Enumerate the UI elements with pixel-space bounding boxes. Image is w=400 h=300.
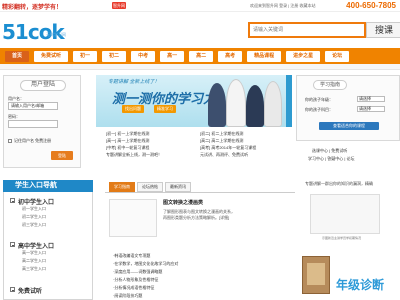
collapse-icon[interactable] — [10, 287, 15, 292]
banner-link[interactable]: [初一] 初一上学期在线测 — [106, 131, 149, 137]
student-figure — [264, 81, 282, 127]
remember-label: 记住用户名 免费注册 — [14, 138, 52, 143]
banner-tag-learn: 精准学习 — [154, 105, 176, 113]
book-cover — [307, 263, 325, 285]
entry-link[interactable]: 初二学生入口 — [22, 214, 46, 220]
sub-nav-strip — [0, 64, 400, 70]
login-title: 用户登陆 — [20, 80, 66, 91]
tab-latest-news[interactable]: 最新资讯 — [165, 182, 191, 192]
login-button[interactable]: 登陆 — [51, 151, 73, 160]
guide-links-row2[interactable]: 学习中心 | 答疑中心 | 论坛 — [308, 156, 355, 162]
free-register-link[interactable]: 免费注册 — [35, 138, 51, 143]
student-entry-header: 学生入口导航 — [3, 180, 93, 192]
grade-select[interactable]: 请选择 — [357, 96, 385, 102]
diagnosis-caption: 示图新近主讲学员学初期情况 — [322, 236, 362, 240]
book-image[interactable] — [302, 256, 330, 294]
nav-item-grade10[interactable]: 高一 — [160, 50, 185, 62]
remember-checkbox[interactable] — [8, 139, 12, 143]
nav-item-progress-star[interactable]: 进步之星 — [286, 50, 321, 62]
banner-link[interactable]: [高二] 高二上学期在线测 — [200, 138, 243, 144]
entry-link[interactable]: 高二学生入口 — [22, 258, 46, 264]
list-item[interactable]: ·深度应用——词数强调略题 — [113, 269, 162, 275]
entry-link[interactable]: 初一学生入口 — [22, 206, 46, 212]
username-field[interactable]: 请输入用户名/邮箱 — [8, 102, 58, 110]
tab-content: 图文转换之漫画类 了解图形图表与图文转换之漫画的关系， 再图形类题分析方法策略解… — [105, 192, 295, 300]
nav-item-grade7[interactable]: 初一 — [73, 50, 98, 62]
list-item[interactable]: ·在学数学，地图文化化故学习的应对 — [113, 261, 178, 267]
tab-study-guide[interactable]: 学习指南 — [109, 182, 135, 192]
banner-image[interactable]: 专题讲解 全新上线了！ 测一测你的学习力 找出问题 精准学习 — [96, 75, 292, 127]
header: 51cok 无忧学习网 搜课 — [0, 12, 400, 48]
grade-label: 你的孩子年级： — [305, 97, 333, 102]
grade-diagnosis-title[interactable]: 年级诊断 — [336, 276, 384, 293]
entry-link[interactable]: 初三学生入口 — [22, 222, 46, 228]
banner-kicker: 专题讲解 全新上线了！ — [108, 79, 160, 85]
banner-link[interactable]: 专题讲解全新上线，测一测吧！ — [106, 152, 162, 158]
nav-item-grade8[interactable]: 初二 — [102, 50, 127, 62]
study-guide-panel: 学习指南 你的孩子年级： 请选择 你的孩子科目： 请选择 查看适合你的课程 — [296, 75, 400, 141]
login-panel: 用户登陆 用户名： 请输入用户名/邮箱 密码： 记住用户名 免费注册 登陆 — [3, 75, 81, 168]
nav-item-forum[interactable]: 论坛 — [325, 50, 350, 62]
list-item[interactable]: ·分析情况成语性格特征 — [113, 285, 154, 291]
password-field[interactable] — [8, 120, 58, 128]
student-entry-nav: 初中学生入口 初一学生入口 初二学生入口 初三学生入口 高中学生入口 高一学生入… — [3, 192, 93, 300]
search-input[interactable] — [250, 24, 364, 36]
banner-link[interactable]: [高一] 高一上学期在线测 — [106, 138, 149, 144]
banner-link[interactable]: 元试讲、再测评、免费试听 — [200, 152, 248, 158]
subject-label: 你的孩子科目： — [305, 107, 333, 112]
banner-link[interactable]: [中考] 初中一轮复习课程 — [106, 145, 149, 151]
study-guide-title: 学习指南 — [313, 80, 347, 90]
main-nav: 首页 免费试听 初一 初二 中考 高一 高二 高考 精品课程 进步之星 论坛 — [0, 48, 400, 64]
find-courses-button[interactable]: 查看适合你的课程 — [319, 122, 379, 130]
slogan-badge: 智升网 — [112, 2, 126, 9]
free-trial-entry[interactable]: 免费试听 — [18, 286, 42, 295]
collapse-icon[interactable] — [10, 242, 15, 247]
collapse-icon[interactable] — [10, 198, 15, 203]
banner-side-tab[interactable] — [286, 75, 292, 127]
banner-links: [初一] 初一上学期在线测 [初二] 初二上学期在线测 [高一] 高一上学期在线… — [96, 129, 292, 159]
entry-link[interactable]: 高三学生入口 — [22, 266, 46, 272]
banner-link[interactable]: [初二] 初二上学期在线测 — [200, 131, 243, 137]
search-button[interactable]: 搜课 — [366, 22, 400, 38]
middle-school-entry[interactable]: 初中学生入口 — [18, 197, 54, 206]
nav-item-premium[interactable]: 精品课程 — [247, 50, 282, 62]
high-school-entry[interactable]: 高中学生入口 — [18, 241, 54, 250]
promo-banner: 专题讲解 全新上线了！ 测一测你的学习力 找出问题 精准学习 [初一] 初一上学… — [96, 75, 292, 172]
logo-subtitle: 无忧学习网 — [46, 32, 66, 37]
hotline-number: 400-650-7805 — [346, 1, 396, 10]
article-title[interactable]: 图文转换之漫画类 — [163, 199, 203, 206]
content-tabs: 学习指南 论坛热帖 最新资讯 — [109, 182, 193, 192]
tab-forum-posts[interactable]: 论坛热帖 — [137, 182, 163, 192]
banner-link[interactable]: [高考] 高考2014年一轮复习课程 — [200, 145, 256, 151]
nav-item-zhongkao[interactable]: 中考 — [131, 50, 156, 62]
site-slogan: 精彩翻转，逐梦学有！ — [2, 5, 63, 11]
article-summary: 再图形类题分析方法策略解析。[详细] — [163, 215, 230, 220]
banner-tag-find: 找出问题 — [122, 105, 144, 113]
article-thumbnail[interactable] — [109, 199, 157, 237]
top-links[interactable]: 欢迎来到智升网 登录 | 注册 收藏本站 — [250, 3, 315, 9]
student-figure — [246, 85, 264, 127]
diagnosis-intro: 专题讲解一群出你的知识的漏洞，精确 — [305, 181, 373, 186]
top-bar: 精彩翻转，逐梦学有！ 智升网 欢迎来到智升网 登录 | 注册 收藏本站 400-… — [0, 0, 400, 12]
diagnosis-preview-image[interactable] — [310, 194, 380, 234]
entry-link[interactable]: 高一学生入口 — [22, 250, 46, 256]
guide-links-row1[interactable]: 选课中心 | 免费试听 — [312, 148, 347, 154]
student-figure — [226, 79, 246, 127]
list-item[interactable]: ·分析人物形象及性格特征 — [113, 277, 158, 283]
nav-item-home[interactable]: 首页 — [5, 50, 30, 62]
nav-item-grade11[interactable]: 高二 — [189, 50, 214, 62]
nav-item-free-trial[interactable]: 免费试听 — [34, 50, 69, 62]
subject-select[interactable]: 请选择 — [357, 106, 385, 112]
list-item[interactable]: ·韩语改编语文专项题 — [113, 253, 150, 259]
search-box — [248, 22, 366, 38]
nav-item-gaokao[interactable]: 高考 — [218, 50, 243, 62]
student-figure — [208, 83, 226, 127]
list-item[interactable]: ·阅读阶段技巧题 — [113, 293, 142, 299]
